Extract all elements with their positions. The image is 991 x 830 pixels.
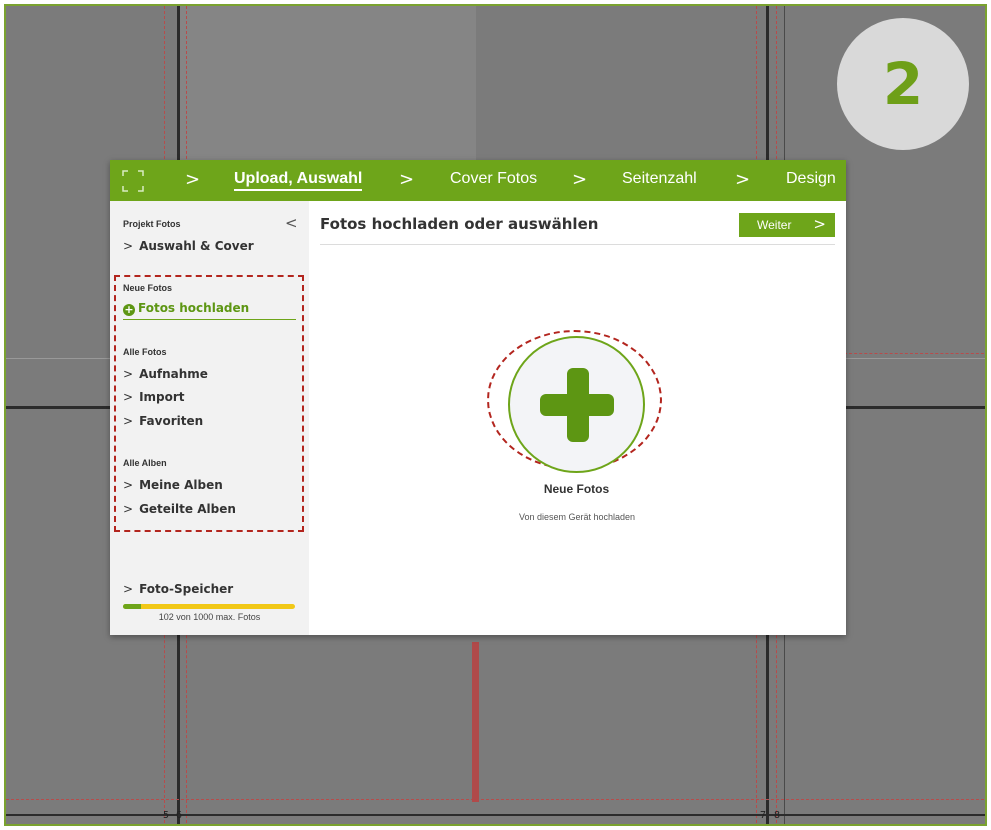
sidebar-item-label: Geteilte Alben — [139, 502, 236, 516]
bleed-line — [844, 353, 985, 354]
upload-new-photos-button[interactable] — [508, 336, 645, 473]
wizard-step-bar: > Upload, Auswahl > Cover Fotos > Seiten… — [110, 160, 846, 201]
upload-sublabel: Von diesem Gerät hochladen — [518, 512, 636, 522]
section-caption-all-photos: Alle Fotos — [123, 347, 167, 357]
chevron-right-icon: > — [813, 215, 826, 233]
sidebar-item-label: Meine Alben — [139, 478, 223, 492]
chevron-right-icon: > — [123, 390, 134, 404]
storage-progress-bar — [123, 604, 295, 609]
next-button-label: Weiter — [757, 218, 792, 232]
step-upload-auswahl[interactable]: Upload, Auswahl — [234, 170, 363, 191]
page-number: 6 — [176, 810, 183, 821]
guide-line — [6, 358, 116, 359]
chevron-right-icon: > — [123, 478, 134, 492]
chevron-right-icon: > — [735, 169, 751, 190]
sidebar-item-label: Favoriten — [139, 414, 204, 428]
chevron-right-icon: > — [123, 414, 134, 428]
chevron-right-icon: > — [123, 239, 134, 253]
step-design[interactable]: Design — [786, 170, 836, 188]
step-number: 2 — [882, 50, 924, 118]
sidebar-item-label: Import — [139, 390, 185, 404]
sidebar-item-foto-speicher[interactable]: > Foto-Speicher — [123, 582, 233, 596]
book-spine — [472, 642, 479, 802]
photo-sources-sidebar: Projekt Fotos < > Auswahl & Cover Neue Fo… — [110, 201, 309, 635]
chevron-right-icon: > — [399, 169, 415, 190]
chevron-right-icon: > — [572, 169, 588, 190]
sidebar-item-geteilte-alben[interactable]: > Geteilte Alben — [123, 502, 236, 516]
section-caption-new: Neue Fotos — [123, 283, 173, 293]
upload-label: Neue Fotos — [543, 482, 610, 496]
bleed-line — [6, 799, 985, 800]
page-number: 5 — [163, 810, 170, 821]
chevron-left-icon[interactable]: < — [285, 214, 298, 232]
page-number: 7 — [760, 810, 767, 821]
sidebar-item-import[interactable]: > Import — [123, 390, 185, 404]
upload-link-label: Fotos hochladen — [138, 301, 250, 315]
sidebar-item-favoriten[interactable]: > Favoriten — [123, 414, 203, 428]
sidebar-item-meine-alben[interactable]: > Meine Alben — [123, 478, 223, 492]
sidebar-item-label: Aufnahme — [139, 367, 208, 381]
title-divider — [320, 244, 835, 245]
chevron-right-icon: > — [185, 169, 201, 190]
plus-icon — [540, 394, 614, 416]
step-seitenzahl[interactable]: Seitenzahl — [622, 170, 697, 188]
sidebar-item-auswahl-cover[interactable]: > Auswahl & Cover — [123, 239, 254, 253]
section-caption-all-albums: Alle Alben — [123, 458, 167, 468]
plus-circle-icon: + — [123, 303, 135, 316]
sidebar-item-aufnahme[interactable]: > Aufnahme — [123, 367, 208, 381]
photo-upload-dialog: > Upload, Auswahl > Cover Fotos > Seiten… — [110, 160, 846, 635]
fullscreen-icon[interactable] — [122, 170, 144, 192]
page-bottom-edge — [6, 814, 985, 816]
storage-progress-fill — [123, 604, 141, 609]
step-cover-fotos[interactable]: Cover Fotos — [450, 170, 537, 188]
screenshot-frame: 5 6 7 8 2 > Upload, Auswahl > Cover Foto… — [0, 0, 991, 830]
guide-line — [844, 358, 985, 359]
page-background-light — [179, 6, 476, 166]
upload-photos-link[interactable]: + Fotos hochladen — [123, 301, 296, 320]
storage-usage-text: 102 von 1000 max. Fotos — [158, 612, 261, 622]
step-number-badge: 2 — [837, 18, 969, 150]
page-number: 8 — [774, 810, 781, 821]
section-caption-project: Projekt Fotos — [123, 219, 181, 229]
chevron-right-icon: > — [123, 582, 134, 596]
page-title: Fotos hochladen oder auswählen — [320, 215, 599, 233]
chevron-right-icon: > — [123, 502, 134, 516]
chevron-right-icon: > — [123, 367, 134, 381]
sidebar-item-label: Foto-Speicher — [139, 582, 234, 596]
sidebar-item-label: Auswahl & Cover — [139, 239, 254, 253]
next-button[interactable]: Weiter > — [739, 213, 835, 237]
